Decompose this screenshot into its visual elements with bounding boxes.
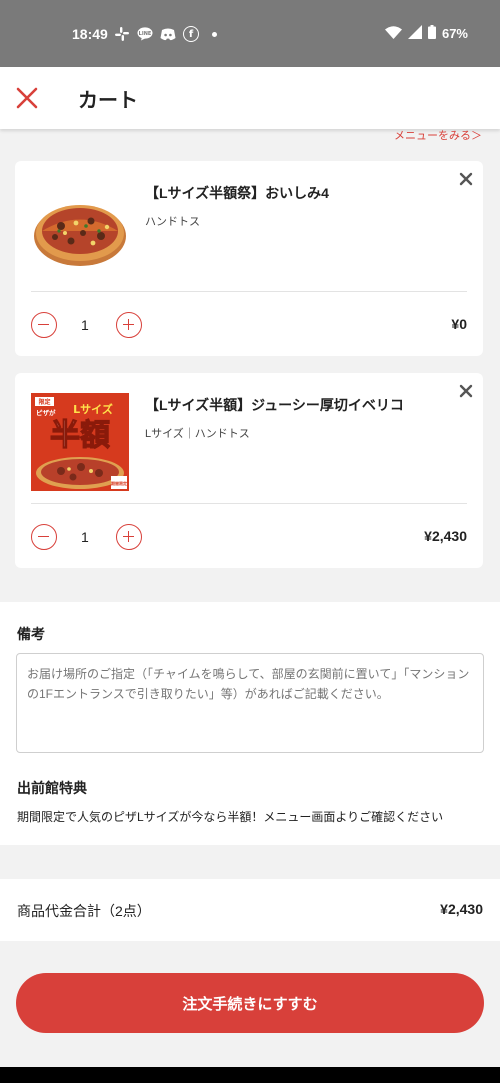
battery-icon [427, 25, 436, 42]
promo-tag-limited: 限定 [38, 398, 50, 406]
quantity-value: 1 [81, 529, 89, 545]
line-icon: LINE [137, 26, 153, 42]
benefit-label: 出前館特典 [17, 780, 87, 796]
battery-percent: 67% [441, 26, 468, 41]
proceed-to-order-button[interactable]: 注文手続きにすすむ [16, 973, 484, 1033]
status-time: 18:49 [72, 26, 108, 42]
cart-item-card: 限定 ピザが Lサイズ 半額 期間限定 【Lサイズ半額】ジューシー厚切イベリコ … [15, 373, 483, 568]
signal-icon [407, 25, 422, 42]
quantity-value: 1 [81, 317, 89, 333]
promo-tag-pizza: ピザが [36, 408, 56, 417]
divider [31, 503, 467, 504]
system-nav-bar [0, 1067, 500, 1083]
item-option: ハンドトス [145, 216, 200, 228]
pizza-promo-image: 限定 ピザが Lサイズ 半額 期間限定 [31, 393, 129, 491]
dot-icon [212, 31, 217, 37]
decrease-quantity-button[interactable] [31, 312, 57, 338]
total-section: 商品代金合計（2点） ¥2,430 [0, 879, 500, 941]
app-header: カート [0, 67, 500, 129]
remove-item-icon[interactable] [459, 383, 473, 398]
system-icons: 67% [384, 25, 468, 42]
increase-quantity-button[interactable] [116, 312, 142, 338]
notification-icons: LINE f [114, 26, 217, 42]
notes-label: 備考 [17, 626, 45, 642]
notes-textarea[interactable] [16, 653, 484, 753]
slack-icon [114, 26, 130, 42]
total-label: 商品代金合計（2点） [17, 903, 151, 919]
status-bar: 18:49 LINE f 67% [0, 0, 500, 67]
close-icon[interactable] [14, 85, 40, 111]
item-name: 【Lサイズ半額】ジューシー厚切イベリコ [145, 397, 404, 413]
cart-item-card: 【Lサイズ半額祭】おいしみ4 ハンドトス 1 ¥0 [15, 161, 483, 356]
divider [31, 291, 467, 292]
svg-text:LINE: LINE [139, 31, 152, 37]
total-value: ¥2,430 [440, 901, 483, 917]
promo-size: Lサイズ [73, 402, 113, 416]
remove-item-icon[interactable] [459, 171, 473, 186]
discord-icon [160, 26, 176, 42]
promo-corner: 期間限定 [110, 480, 127, 486]
decrease-quantity-button[interactable] [31, 524, 57, 550]
benefit-text: 期間限定で人気のピザLサイズが今なら半額！メニュー画面よりご確認ください [17, 810, 444, 824]
item-price: ¥2,430 [424, 528, 467, 544]
notes-section: 備考 出前館特典 期間限定で人気のピザLサイズが今なら半額！メニュー画面よりご確… [0, 602, 500, 845]
wifi-icon [384, 25, 402, 42]
page-title: カート [78, 90, 138, 112]
promo-headline: 半額 [50, 418, 110, 453]
increase-quantity-button[interactable] [116, 524, 142, 550]
view-menu-link[interactable]: メニューをみる＞ [394, 127, 482, 143]
pizza-image [31, 181, 129, 279]
item-option: Lサイズ｜ハンドトス [145, 428, 250, 440]
item-name: 【Lサイズ半額祭】おいしみ4 [145, 185, 329, 201]
facebook-icon: f [183, 26, 199, 42]
item-price: ¥0 [451, 316, 467, 332]
